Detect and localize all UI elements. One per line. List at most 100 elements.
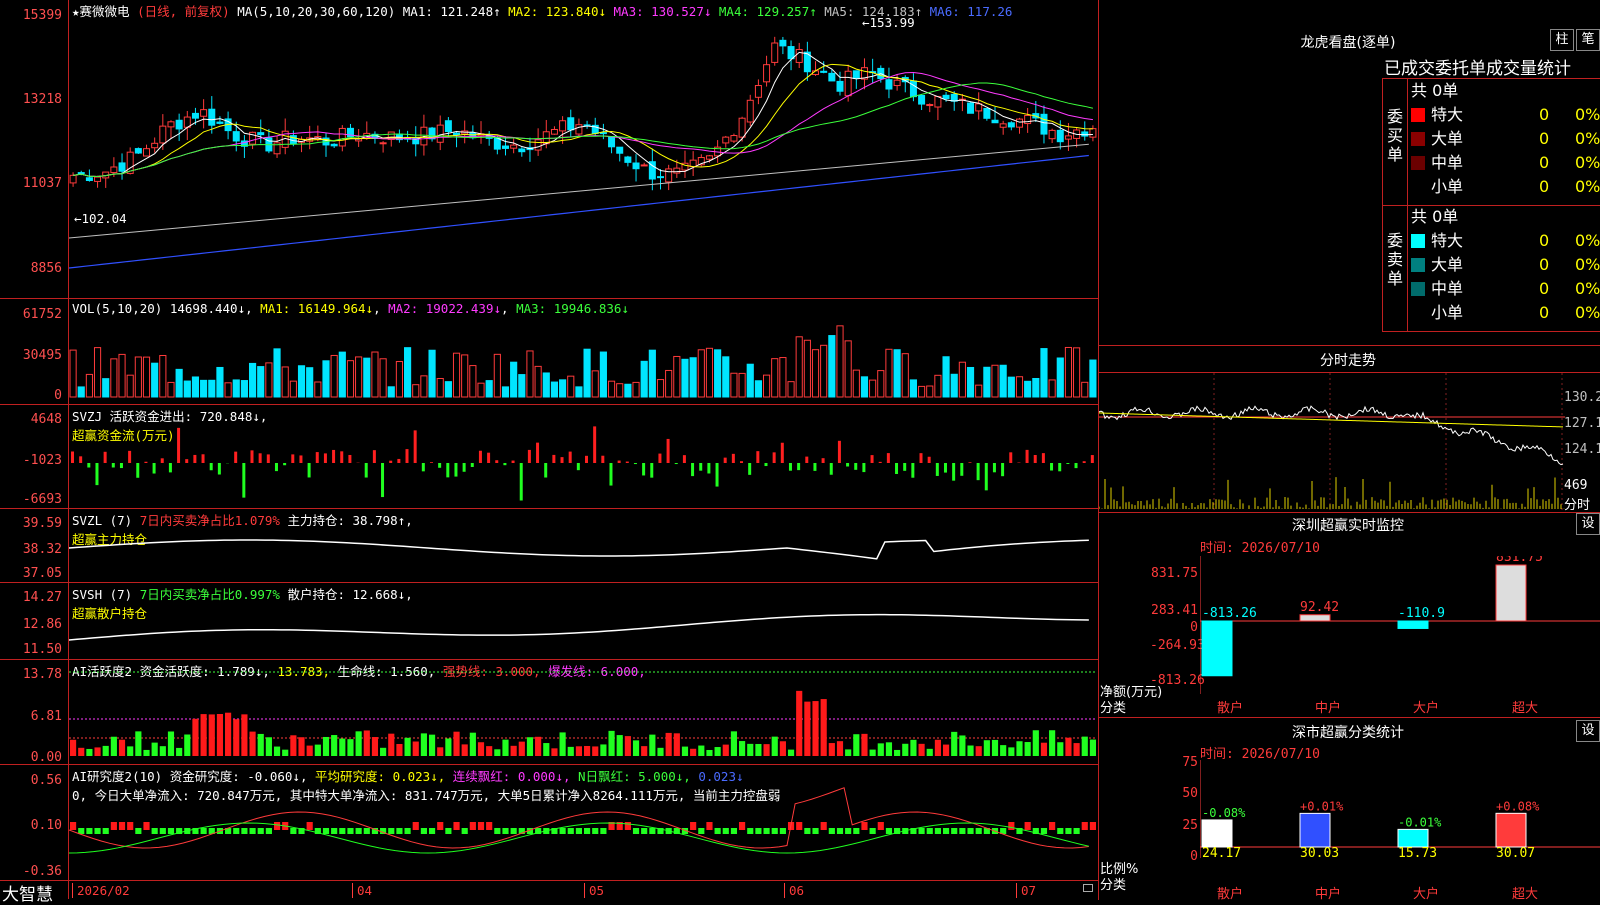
volume-bar xyxy=(217,367,223,397)
activity-bar xyxy=(519,742,525,756)
net-amount-label: 831.75 xyxy=(1496,556,1543,565)
fund-flow-bar xyxy=(944,463,947,473)
volume-bar xyxy=(315,382,321,397)
tab-zhu[interactable]: 柱 xyxy=(1550,29,1574,51)
order-pct: 0% xyxy=(1575,301,1600,325)
activity-bar xyxy=(298,737,304,756)
candle-body xyxy=(135,149,141,153)
fund-flow-bar xyxy=(1034,455,1037,463)
activity-bar xyxy=(592,746,598,756)
research-red-line xyxy=(69,788,1089,848)
fund-flow-bar xyxy=(520,463,523,501)
ratio-value-label: 24.17 xyxy=(1202,846,1241,858)
research-bar xyxy=(119,822,125,830)
fund-flow-bar xyxy=(454,463,457,477)
stats-settings-button[interactable]: 设 xyxy=(1576,720,1600,742)
activity-bar xyxy=(168,731,174,756)
volume-bar xyxy=(910,380,916,397)
monitor-title: 深圳超赢实时监控 xyxy=(1218,515,1478,535)
fund-flow-bar xyxy=(789,463,792,471)
candle-body xyxy=(788,47,794,59)
activity-bar xyxy=(396,744,402,756)
fund-flow-bar xyxy=(381,463,384,497)
volume-bar xyxy=(298,366,304,397)
activity-bar xyxy=(152,743,158,756)
fund-flow-bar xyxy=(495,460,498,463)
fund-flow-bar xyxy=(202,454,205,463)
fund-flow-bar xyxy=(1009,452,1012,463)
fund-flow-bar xyxy=(585,456,588,463)
research-bar xyxy=(70,822,76,830)
kline-canvas[interactable] xyxy=(69,0,1097,880)
order-table: 委买单 委卖单 共 0单 特大00%大单00%中单00%小单00% 共 0单 特… xyxy=(1382,78,1600,332)
order-size-label: 小单 xyxy=(1431,177,1463,196)
research-bar xyxy=(763,828,769,834)
activity-bar xyxy=(135,731,141,756)
volume-bar xyxy=(698,350,704,397)
intraday-chart[interactable] xyxy=(1099,373,1565,510)
activity-bar xyxy=(478,742,484,756)
main-chart-area[interactable]: 15399 13218 11037 8856 61752 30495 0 464… xyxy=(0,0,1098,900)
candle-body xyxy=(731,136,737,142)
volume-bar xyxy=(633,382,639,397)
volume-bar xyxy=(845,341,851,397)
research-bar xyxy=(143,822,149,830)
fund-flow-bar xyxy=(993,463,996,472)
fund-flow-bar xyxy=(1042,453,1045,463)
volume-bar xyxy=(543,373,549,397)
order-size-label: 小单 xyxy=(1431,303,1463,322)
fund-flow-bar xyxy=(707,463,710,473)
sell-row: 小单00% xyxy=(1411,301,1599,325)
volume-bar xyxy=(413,385,419,397)
tab-bi[interactable]: 笔 xyxy=(1576,29,1600,51)
activity-bar xyxy=(225,713,231,756)
volume-bar xyxy=(984,367,990,397)
candle-body xyxy=(519,149,525,152)
volume-bar xyxy=(1000,365,1006,397)
activity-bar xyxy=(1074,743,1080,756)
activity-bar xyxy=(715,747,721,756)
volume-bar xyxy=(127,375,133,397)
fund-flow-bar xyxy=(895,463,898,474)
sell-rows: 特大00%大单00%中单00%小单00% xyxy=(1411,229,1599,325)
activity-bar xyxy=(633,740,639,756)
fund-flow-bar xyxy=(797,463,800,470)
fund-flow-bar xyxy=(79,456,82,463)
research-bar xyxy=(772,828,778,834)
activity-bar xyxy=(935,740,941,756)
activity-bar xyxy=(462,744,468,756)
candle-body xyxy=(780,40,786,46)
candle-body xyxy=(380,143,386,144)
color-swatch xyxy=(1411,180,1425,194)
candle-body xyxy=(144,149,150,156)
research-bar xyxy=(633,828,639,834)
research-bar xyxy=(560,828,566,834)
activity-bar xyxy=(804,702,810,756)
research-bar xyxy=(274,822,280,830)
fund-flow-bar xyxy=(609,463,612,486)
volume-bar xyxy=(511,362,517,397)
fund-flow-bar xyxy=(658,454,661,463)
activity-bar xyxy=(266,737,272,756)
ma5-line xyxy=(69,144,1089,238)
ratio-bar xyxy=(1398,829,1428,847)
candle-body xyxy=(1057,130,1063,141)
fund-flow-bar xyxy=(936,463,939,476)
monitor-settings-button[interactable]: 设 xyxy=(1576,513,1600,535)
volume-bar xyxy=(372,352,378,397)
fund-flow-bar xyxy=(340,451,343,463)
fund-flow-bar xyxy=(1075,463,1078,468)
activity-bar xyxy=(543,743,549,756)
volume-bar xyxy=(111,359,117,397)
research-bar xyxy=(715,828,721,834)
activity-bar xyxy=(821,699,827,756)
volume-bar xyxy=(307,368,313,397)
volume-bar xyxy=(86,374,92,397)
activity-bar xyxy=(551,748,557,756)
fund-flow-bar xyxy=(528,450,531,463)
monitor-xlabel: 分类 xyxy=(1100,697,1126,716)
activity-bar xyxy=(176,748,182,756)
candle-body xyxy=(258,133,264,135)
activity-bar xyxy=(772,737,778,756)
research-bar xyxy=(1008,822,1014,830)
